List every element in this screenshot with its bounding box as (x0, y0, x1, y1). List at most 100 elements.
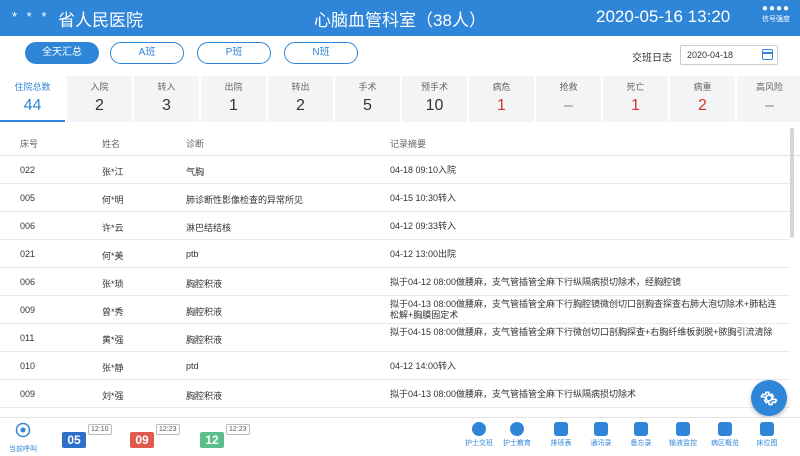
table-row[interactable]: 011 黄*强 胸腔积液 拟于04-15 08:00做腰麻，支气管插管全麻下行微创切口… (0, 324, 790, 352)
summary-cell: 04-12 09:33转入 (390, 221, 457, 231)
queue-badge[interactable]: 05 (62, 432, 86, 448)
stat-critical[interactable]: 病危 1 (469, 76, 534, 122)
tool-bed-map[interactable]: 床位图 (748, 422, 786, 448)
ward-overview-icon (718, 422, 732, 436)
tool-label: 床位图 (756, 440, 778, 447)
tool-contacts[interactable]: 通讯录 (582, 422, 620, 448)
tool-label: 病区概览 (711, 440, 739, 447)
shift-tab-n[interactable]: N班 (284, 42, 358, 64)
stat-total[interactable]: 住院总数 44 (0, 76, 65, 122)
stat-label: 病重 (693, 82, 712, 92)
tool-schedule[interactable]: 排班表 (542, 422, 580, 448)
tool-label: 通讯录 (590, 440, 612, 447)
shift-tab-a[interactable]: A班 (110, 42, 184, 64)
tool-nurse-education[interactable]: 护士教育 (498, 422, 536, 448)
memo-icon (634, 422, 648, 436)
stat-severe[interactable]: 病重 2 (670, 76, 735, 122)
stat-value: 44 (23, 97, 42, 114)
bed-cell: 022 (20, 165, 36, 175)
stat-admitted[interactable]: 入院 2 (67, 76, 132, 122)
bed-cell: 010 (20, 361, 36, 371)
shift-tab-p[interactable]: P班 (197, 42, 271, 64)
call-bell-icon (15, 422, 31, 438)
diagnosis-cell: 胸腔积液 (186, 391, 223, 401)
stat-transfer-in[interactable]: 转入 3 (134, 76, 199, 122)
stat-label: 入院 (90, 82, 109, 92)
table-scrollbar[interactable] (790, 128, 794, 238)
handover-log-label: 交班日志 (632, 53, 672, 64)
stat-death[interactable]: 死亡 1 (603, 76, 668, 122)
signal-dots-icon: ●●●● (761, 3, 791, 14)
patient-table: 床号 姓名 诊断 记录摘要 022 张*江 气胸 04-18 09:10入院 005 何*… (0, 128, 800, 408)
name-cell: 曾*秀 (102, 307, 124, 317)
queue-badge[interactable]: 09 (130, 432, 154, 448)
current-call-label: 当前呼叫 (9, 446, 37, 453)
stat-value: 1 (229, 97, 238, 114)
diagnosis-cell: 肺诊断性影像检查的异常所见 (186, 195, 304, 205)
stat-label: 转入 (157, 82, 176, 92)
stat-discharged[interactable]: 出院 1 (201, 76, 266, 122)
stat-label: 抢救 (559, 82, 578, 92)
table-row[interactable]: 006 许*云 淋巴结结核 04-12 09:33转入 (0, 212, 790, 240)
settings-button[interactable] (751, 380, 787, 416)
col-name: 姓名 (102, 139, 121, 149)
tool-label: 输液监控 (669, 440, 697, 447)
stat-surgery[interactable]: 手术 5 (335, 76, 400, 122)
summary-cell: 拟于04-13 08:00做腰麻，支气管插管全麻下行纵隔病损切除术 (390, 389, 637, 399)
shift-tab-all-day[interactable]: 全天汇总 (25, 42, 99, 64)
stat-rescue[interactable]: 抢救 – (536, 76, 601, 122)
handover-date-picker[interactable]: 2020-04-18 (680, 45, 778, 65)
queue-time: 12:23 (226, 424, 250, 435)
name-cell: 何*明 (102, 195, 124, 205)
tool-infusion-monitor[interactable]: 输液监控 (664, 422, 702, 448)
stat-label: 住院总数 (14, 82, 51, 92)
table-row[interactable]: 021 何*美 ptb 04-12 13:00出院 (0, 240, 790, 268)
summary-cell: 拟于04-12 08:00做腰麻，支气管插管全麻下行纵隔病损切除术，经胸腔镜 (390, 277, 682, 287)
name-cell: 黄*强 (102, 335, 124, 345)
table-row[interactable]: 009 刘*强 胸腔积液 拟于04-13 08:00做腰麻，支气管插管全麻下行纵隔病损… (0, 380, 790, 408)
queue-badge[interactable]: 12 (200, 432, 224, 448)
diagnosis-cell: 淋巴结结核 (186, 223, 232, 233)
summary-cell: 04-12 14:00转入 (390, 361, 457, 371)
table-row[interactable]: 006 张*琐 胸腔积液 拟于04-12 08:00做腰麻，支气管插管全麻下行纵隔病损… (0, 268, 790, 296)
stat-value: 2 (296, 97, 305, 114)
table-row[interactable]: 009 曾*秀 胸腔积液 拟于04-13 08:00做腰麻，支气管插管全麻下行胸腔镜微… (0, 296, 790, 324)
table-row[interactable]: 005 何*明 肺诊断性影像检查的异常所见 04-15 10:30转入 (0, 184, 790, 212)
name-cell: 何*美 (102, 251, 124, 261)
bed-cell: 005 (20, 193, 36, 203)
stat-label: 死亡 (626, 82, 645, 92)
table-row[interactable]: 010 张*静 ptd 04-12 14:00转入 (0, 352, 790, 380)
diagnosis-cell: 胸腔积液 (186, 307, 223, 317)
tool-label: 护士交班 (465, 440, 493, 447)
table-row[interactable]: 022 张*江 气胸 04-18 09:10入院 (0, 156, 790, 184)
nurse-icon (472, 422, 486, 436)
stat-value: 1 (497, 97, 506, 114)
menu-stars[interactable]: * * * (12, 9, 49, 24)
summary-cell: 04-12 13:00出院 (390, 249, 457, 259)
name-cell: 刘*强 (102, 391, 124, 401)
stat-pre-surgery[interactable]: 预手术 10 (402, 76, 467, 122)
queue-time: 12:10 (88, 424, 112, 435)
stat-value: 10 (425, 97, 444, 114)
hospital-name: 省人民医院 (58, 11, 143, 30)
top-header: * * * 省人民医院 心脑血管科室（38人） 2020-05-16 13:20… (0, 0, 800, 36)
tool-ward-overview[interactable]: 病区概览 (706, 422, 744, 448)
name-cell: 张*江 (102, 167, 124, 177)
calendar-icon[interactable] (762, 49, 773, 60)
bed-cell: 006 (20, 277, 36, 287)
stat-label: 出院 (224, 82, 243, 92)
tool-memo[interactable]: 备忘录 (622, 422, 660, 448)
stat-label: 高风险 (755, 82, 783, 92)
summary-cell: 04-15 10:30转入 (390, 193, 457, 203)
current-datetime: 2020-05-16 13:20 (596, 7, 731, 26)
gear-icon (760, 391, 778, 406)
stat-value: – (564, 97, 573, 114)
current-call[interactable]: 当前呼叫 (6, 422, 40, 454)
infusion-monitor-icon (676, 422, 690, 436)
stat-transfer-out[interactable]: 转出 2 (268, 76, 333, 122)
tool-nurse-handover[interactable]: 护士交班 (460, 422, 498, 448)
signal-strength[interactable]: ●●●● 信号强度 (756, 3, 796, 33)
tool-label: 护士教育 (503, 440, 531, 447)
stat-high-risk[interactable]: 高风险 – (737, 76, 800, 122)
diagnosis-cell: ptd (186, 361, 199, 371)
